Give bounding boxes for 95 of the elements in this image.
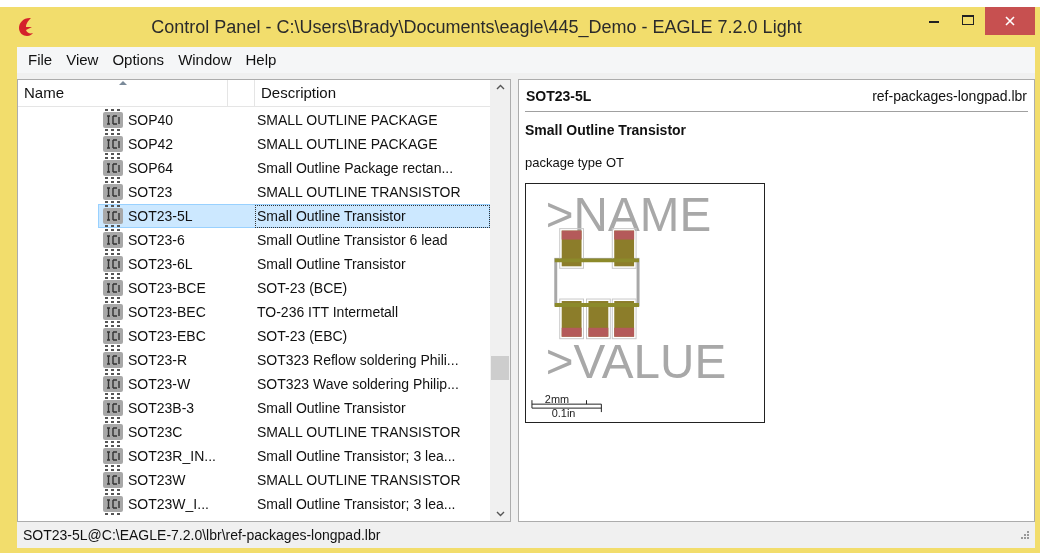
table-cell-text: SOT23W_I... [128, 494, 210, 514]
chip-icon [103, 493, 123, 515]
table-row[interactable]: SOT23-6L Small Outline Transistor [98, 252, 490, 276]
table-cell-text: SOT23-W [128, 374, 192, 394]
table-row[interactable]: SOT23R_IN... Small Outline Transistor; 3 lea... [98, 444, 490, 468]
scroll-thumb[interactable] [491, 356, 509, 380]
scroll-up-icon [495, 84, 505, 90]
library-name: ref-packages-longpad.lbr [872, 87, 1027, 106]
chip-icon [103, 205, 123, 227]
table-cell-text: Small Outline Transistor; 3 lea... [256, 494, 457, 514]
table-cell-text: SOT23-R [128, 350, 189, 370]
chip-icon [103, 109, 123, 131]
minimize-icon [929, 21, 939, 23]
chip-icon [103, 253, 123, 275]
table-cell-text: Small Outline Transistor [256, 398, 407, 418]
table-cell-text: SOT23-BEC [128, 302, 207, 322]
table-cell-text: Small Outline Package rectan... [256, 158, 455, 178]
close-icon [1005, 16, 1015, 26]
chip-icon [103, 133, 123, 155]
table-cell-text: SMALL OUTLINE PACKAGE [256, 110, 439, 130]
maximize-icon [962, 15, 974, 25]
scale-label: 0.1in [551, 406, 576, 419]
table-row[interactable]: SOT23-BEC TO-236 ITT Intermetall [98, 300, 490, 324]
table-row[interactable]: SOT23-5L Small Outline Transistor [98, 204, 490, 228]
table-cell-text: SOT23W [128, 470, 187, 490]
table-row[interactable]: SOP42 SMALL OUTLINE PACKAGE [98, 132, 490, 156]
table-cell-text: SOT-23 (EBC) [256, 326, 349, 346]
chip-icon [103, 277, 123, 299]
chip-icon [103, 421, 123, 443]
package-name: SOT23-5L [526, 87, 592, 106]
chip-icon [103, 445, 123, 467]
menu-item[interactable]: File [21, 48, 60, 72]
status-text: SOT23-5L@C:\EAGLE-7.2.0\lbr\ref-packages-longpad.lbr [23, 525, 381, 545]
table-cell-text: SOT23R_IN... [128, 446, 217, 466]
table-cell-text: SOT23B-3 [128, 398, 196, 418]
chip-icon [103, 157, 123, 179]
table-cell-text: SOT-23 (BCE) [256, 278, 349, 298]
chip-icon [103, 373, 123, 395]
table-cell-text: TO-236 ITT Intermetall [256, 302, 400, 322]
table-cell-text: SOP42 [128, 134, 175, 154]
package-description: package type OT [525, 154, 625, 172]
table-row[interactable]: SOT23-R SOT323 Reflow soldering Phili... [98, 348, 490, 372]
table-cell-text: SOT23C [128, 422, 184, 442]
table-row[interactable]: SOT23C SMALL OUTLINE TRANSISTOR [98, 420, 490, 444]
table-cell-text: SOT23-6L [128, 254, 194, 274]
table-row[interactable]: SOT23B-3 Small Outline Transistor [98, 396, 490, 420]
table-cell-text: SOT23-6 [128, 230, 186, 250]
menu-item[interactable]: Window [171, 48, 239, 72]
table-row[interactable]: SOT23 SMALL OUTLINE TRANSISTOR [98, 180, 490, 204]
chip-icon [103, 397, 123, 419]
value-label: >VALUE [545, 334, 727, 388]
package-title: Small Outline Transistor [525, 121, 688, 140]
column-header[interactable]: Name [18, 80, 228, 106]
menu-item[interactable]: Options [105, 48, 172, 72]
table-cell-text: SOT23-5L [128, 206, 194, 226]
table-cell-text: SOP64 [128, 158, 175, 178]
table-row[interactable]: SOT23W SMALL OUTLINE TRANSISTOR [98, 468, 490, 492]
table-cell-text: SOP40 [128, 110, 175, 130]
column-header[interactable]: Description [255, 80, 490, 106]
table-row[interactable]: SOT23-6 Small Outline Transistor 6 lead [98, 228, 490, 252]
table-cell-text: SOT23-BCE [128, 278, 207, 298]
table-cell-text: Small Outline Transistor; 3 lea... [256, 446, 457, 466]
table-row[interactable]: SOT23W_I... Small Outline Transistor; 3 lea... [98, 492, 490, 516]
table-cell-text: SMALL OUTLINE TRANSISTOR [256, 182, 462, 202]
table-cell: Small Outline Transistor [256, 205, 489, 227]
chip-icon [103, 229, 123, 251]
table-cell-text: SMALL OUTLINE TRANSISTOR [256, 422, 462, 442]
menu-item[interactable]: Help [238, 48, 284, 72]
table-cell-text: SMALL OUTLINE PACKAGE [256, 134, 439, 154]
scrollbar[interactable] [490, 80, 510, 521]
scroll-down-icon [495, 511, 505, 517]
resize-grip-icon[interactable] [1021, 531, 1029, 539]
chip-icon [103, 469, 123, 491]
chip-icon [103, 181, 123, 203]
table-cell-text: SOT23 [128, 182, 174, 202]
table-row[interactable]: SOP64 Small Outline Package rectan... [98, 156, 490, 180]
table-cell-text: SOT323 Reflow soldering Phili... [256, 350, 460, 370]
table-row[interactable]: SOP40 SMALL OUTLINE PACKAGE [98, 108, 490, 132]
menu-item[interactable]: View [59, 48, 106, 72]
sort-arrow-icon [119, 80, 127, 85]
table-row[interactable]: SOT23-EBC SOT-23 (EBC) [98, 324, 490, 348]
window-title: Control Panel - C:\Users\Brady\Documents\eagle\445_Demo - EAGLE 7.2.0 Light [150, 15, 803, 40]
table-cell-text: SMALL OUTLINE TRANSISTOR [256, 470, 462, 490]
chip-icon [103, 301, 123, 323]
table-cell-text: Small Outline Transistor [256, 254, 407, 274]
table-cell-text: SOT323 Wave soldering Philip... [256, 374, 460, 394]
name-label: >NAME [545, 187, 712, 241]
table-cell-text: Small Outline Transistor 6 lead [256, 230, 449, 250]
scale-label: 2mm [544, 392, 570, 405]
table-row[interactable]: SOT23-W SOT323 Wave soldering Philip... [98, 372, 490, 396]
table-cell-text: SOT23-EBC [128, 326, 207, 346]
chip-icon [103, 325, 123, 347]
table-row[interactable]: SOT23-BCE SOT-23 (BCE) [98, 276, 490, 300]
chip-icon [103, 349, 123, 371]
app-logo-icon [18, 17, 34, 37]
